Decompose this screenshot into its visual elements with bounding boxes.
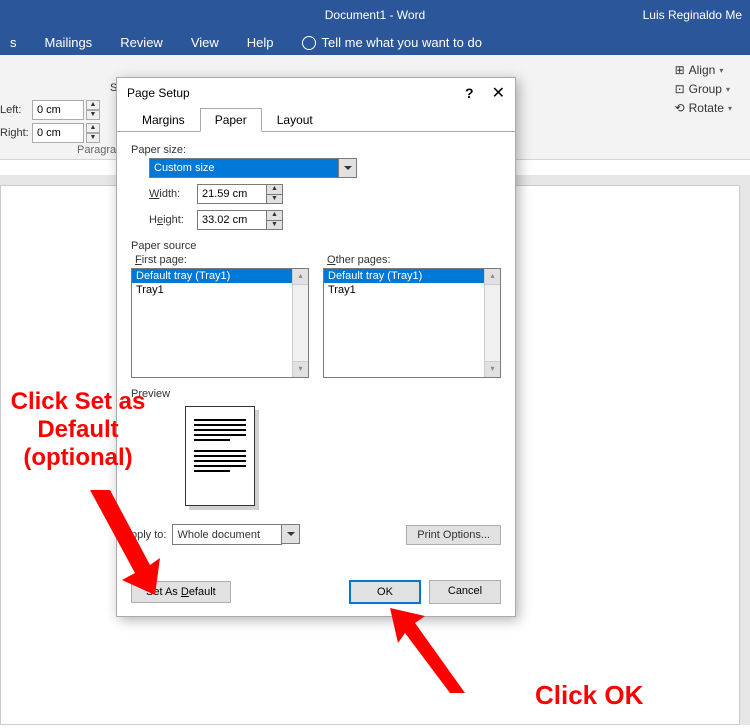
indent-controls: S Left: ▲ ▼ Right: ▲ ▼ <box>0 82 117 146</box>
tab-help[interactable]: Help <box>247 35 274 50</box>
apply-to-value: Whole document <box>172 524 282 545</box>
tab-view[interactable]: View <box>191 35 219 50</box>
paper-source-label: Paper source <box>131 240 501 252</box>
indent-right-up[interactable]: ▲ <box>86 123 100 133</box>
indent-left-label: Left: <box>0 104 32 116</box>
tab-margins[interactable]: Margins <box>127 108 200 132</box>
paragraph-group-label: Paragra <box>77 144 116 156</box>
dialog-help-button[interactable]: ? <box>465 85 474 101</box>
first-page-scrollbar[interactable]: ▴▾ <box>292 269 308 377</box>
spacing-label-cut: S <box>0 82 117 94</box>
width-spin-down[interactable]: ▼ <box>267 194 283 204</box>
set-as-default-button[interactable]: Set As Default <box>131 581 231 603</box>
indent-right-label: Right: <box>0 127 32 139</box>
dialog-titlebar: Page Setup ? ✕ <box>117 78 515 108</box>
paper-size-value: Custom size <box>149 158 339 178</box>
tab-paper[interactable]: Paper <box>200 108 262 132</box>
dialog-title: Page Setup <box>127 86 190 100</box>
dialog-button-row: Set As Default OK Cancel <box>131 580 501 604</box>
first-page-option-tray1[interactable]: Tray1 <box>132 283 308 297</box>
other-pages-label: Other pages: <box>327 254 501 266</box>
print-options-button[interactable]: Print Options... <box>406 525 501 545</box>
other-pages-listbox[interactable]: Default tray (Tray1) Tray1 ▴▾ <box>323 268 501 378</box>
paper-size-dropdown-button[interactable] <box>339 158 357 178</box>
document-title: Document1 - Word <box>325 8 425 22</box>
rotate-button[interactable]: ⟲ Rotate ▾ <box>675 101 732 115</box>
arrange-group: ⊞ Align ▾ ⊡ Group ▾ ⟲ Rotate ▾ <box>675 63 732 120</box>
indent-left-down[interactable]: ▼ <box>86 110 100 120</box>
page-setup-dialog: Page Setup ? ✕ Margins Paper Layout Pape… <box>116 77 516 617</box>
height-spin-up[interactable]: ▲ <box>267 210 283 220</box>
width-spin-up[interactable]: ▲ <box>267 184 283 194</box>
first-page-label: First page: <box>135 254 309 266</box>
tell-me-search[interactable]: Tell me what you want to do <box>302 35 482 50</box>
other-pages-option-default[interactable]: Default tray (Tray1) <box>324 269 500 283</box>
indent-left-up[interactable]: ▲ <box>86 100 100 110</box>
apply-to-dropdown[interactable]: Whole document <box>172 524 300 545</box>
first-page-option-default[interactable]: Default tray (Tray1) <box>132 269 308 283</box>
other-pages-scrollbar[interactable]: ▴▾ <box>484 269 500 377</box>
width-label: Width: <box>149 188 197 200</box>
other-pages-option-tray1[interactable]: Tray1 <box>324 283 500 297</box>
dialog-body: Paper size: Custom size Width: ▲▼ Height… <box>117 132 515 555</box>
tab-review[interactable]: Review <box>120 35 163 50</box>
indent-right-input[interactable] <box>32 123 84 143</box>
preview-thumbnail <box>185 406 255 506</box>
ok-button[interactable]: OK <box>349 580 421 604</box>
ribbon-tabs: s Mailings Review View Help Tell me what… <box>0 30 750 55</box>
group-button[interactable]: ⊡ Group ▾ <box>675 82 732 96</box>
user-name: Luis Reginaldo Me <box>643 8 742 22</box>
height-spin-down[interactable]: ▼ <box>267 220 283 230</box>
dialog-tabs: Margins Paper Layout <box>117 108 515 132</box>
paper-size-dropdown[interactable]: Custom size <box>149 158 501 178</box>
width-input[interactable] <box>197 184 267 204</box>
paper-size-label: Paper size: <box>131 144 501 156</box>
lightbulb-icon <box>302 36 316 50</box>
preview-label: Preview <box>131 388 501 400</box>
title-bar: Document1 - Word Luis Reginaldo Me <box>0 0 750 30</box>
cancel-button[interactable]: Cancel <box>429 580 501 604</box>
first-page-listbox[interactable]: Default tray (Tray1) Tray1 ▴▾ <box>131 268 309 378</box>
tell-me-label: Tell me what you want to do <box>322 35 482 50</box>
apply-to-label: pply to: <box>131 529 166 541</box>
align-button[interactable]: ⊞ Align ▾ <box>675 63 732 77</box>
indent-right-down[interactable]: ▼ <box>86 133 100 143</box>
apply-to-dropdown-button[interactable] <box>282 524 300 544</box>
dialog-close-button[interactable]: ✕ <box>492 83 505 103</box>
indent-left-input[interactable] <box>32 100 84 120</box>
tab-cut[interactable]: s <box>10 35 17 50</box>
height-label: Height: <box>149 214 197 226</box>
tab-mailings[interactable]: Mailings <box>45 35 93 50</box>
height-input[interactable] <box>197 210 267 230</box>
tab-layout[interactable]: Layout <box>262 108 328 132</box>
